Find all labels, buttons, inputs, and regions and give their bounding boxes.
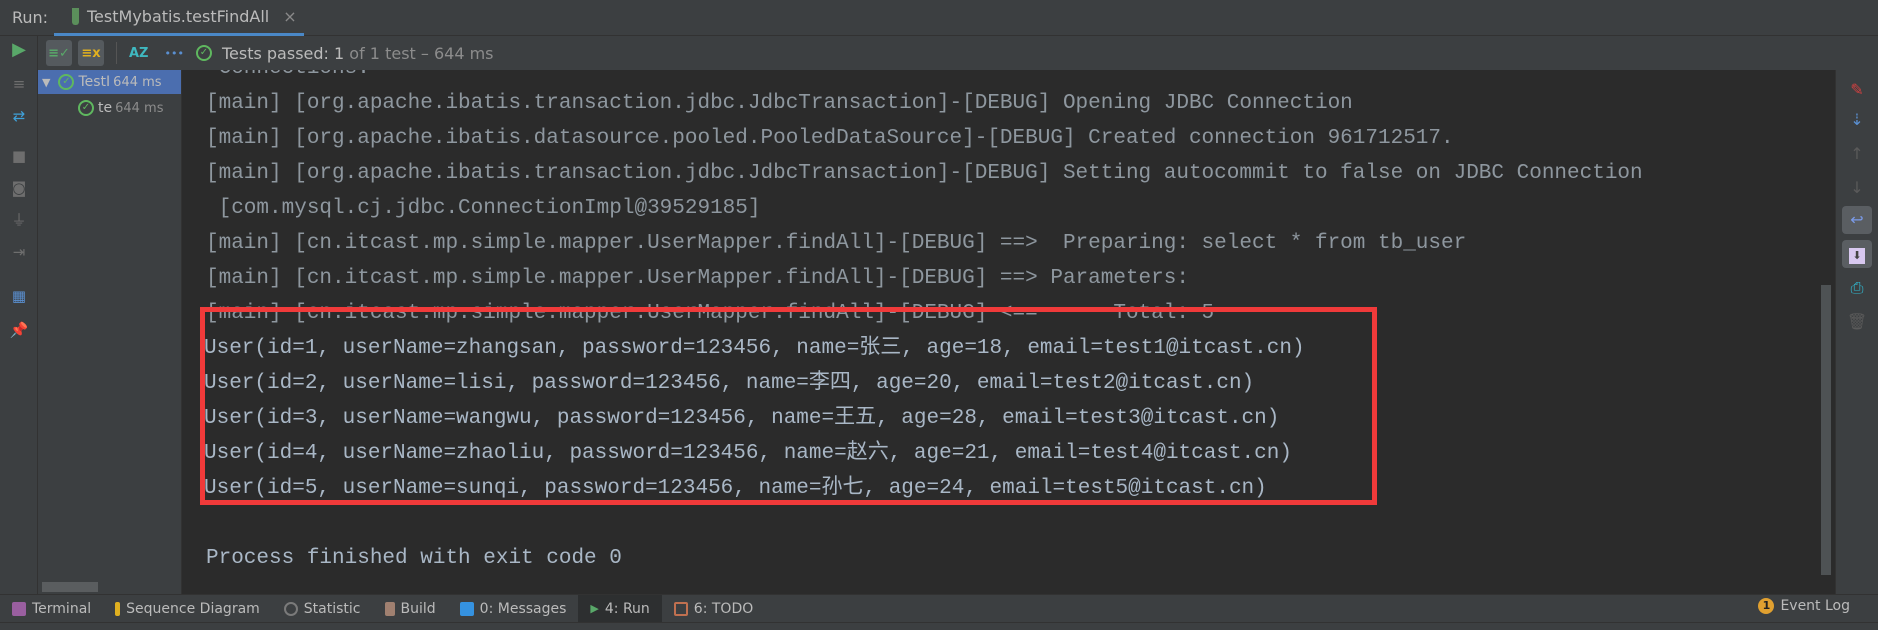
tab-terminal[interactable]: Terminal bbox=[0, 595, 103, 623]
check-icon: ✓ bbox=[78, 100, 94, 116]
console-toolbar: ✎ ⇣ ↑ ↓ ↩ ⬇ ⎙ 🗑 bbox=[1835, 70, 1878, 594]
arrow-up-icon[interactable]: ↑ bbox=[1842, 140, 1872, 168]
event-count-badge: 1 bbox=[1758, 598, 1775, 614]
log-line: Connections. bbox=[206, 70, 1643, 86]
list-check-icon: ≡✓ bbox=[48, 45, 70, 61]
show-passed-button[interactable]: ≡✓ bbox=[46, 40, 72, 66]
status-prefix: Tests passed: bbox=[221, 43, 329, 63]
layout-icon[interactable]: ▦ bbox=[9, 286, 29, 306]
plug-icon[interactable]: ⏚ bbox=[9, 210, 29, 230]
print-icon[interactable]: ⎙ bbox=[1842, 274, 1872, 302]
status-suffix: of 1 test – 644 ms bbox=[349, 43, 494, 63]
tree-item-test-class[interactable]: ▼ ✓ TestI 644 ms bbox=[38, 70, 181, 94]
messages-icon bbox=[459, 601, 474, 616]
console-lines: Connections. [main] [org.apache.ibatis.t… bbox=[200, 70, 1643, 576]
pin-icon[interactable]: 📌 bbox=[9, 320, 29, 340]
log-line: [main] [org.apache.ibatis.transaction.jd… bbox=[206, 92, 1353, 115]
exit-line: Process finished with exit code 0 bbox=[206, 547, 622, 570]
exit-icon[interactable]: ⇥ bbox=[9, 242, 29, 262]
event-log-button[interactable]: 1 Event Log bbox=[1758, 598, 1850, 614]
stop-icon[interactable]: ■ bbox=[9, 146, 29, 166]
tab-label: 4: Run bbox=[604, 600, 650, 617]
tree-item-label: TestI bbox=[78, 74, 111, 90]
toolbar-divider bbox=[116, 42, 117, 64]
tool-window-bar: Terminal Sequence Diagram Statistic Buil… bbox=[0, 594, 1878, 623]
arrow-down-icon[interactable]: ↓ bbox=[1842, 174, 1872, 202]
tree-item-time: 644 ms bbox=[113, 74, 162, 90]
sort-alpha-icon[interactable]: AZ bbox=[129, 46, 149, 61]
log-line: [main] [org.apache.ibatis.transaction.jd… bbox=[206, 162, 1643, 185]
tab-messages[interactable]: 0: Messages bbox=[448, 595, 579, 623]
clear-highlight-icon[interactable]: ✎ bbox=[1842, 76, 1872, 104]
show-ignored-button[interactable]: ≡x bbox=[78, 40, 104, 66]
tree-item-label: te bbox=[98, 100, 113, 116]
test-tree: ▼ ✓ TestI 644 ms ✓ te 644 ms bbox=[38, 70, 182, 594]
sort-down-icon[interactable]: ⇣ bbox=[1842, 106, 1872, 134]
event-log-label: Event Log bbox=[1780, 598, 1850, 614]
log-line: [com.mysql.cj.jdbc.ConnectionImpl@395291… bbox=[206, 197, 761, 220]
tab-todo[interactable]: 6: TODO bbox=[662, 595, 765, 623]
build-icon bbox=[384, 601, 395, 616]
more-icon[interactable]: ••• bbox=[165, 47, 184, 60]
tests-status: Tests passed: 1 of 1 test – 644 ms bbox=[222, 44, 494, 63]
check-icon: ✓ bbox=[58, 74, 75, 90]
tree-scrollbar[interactable] bbox=[42, 582, 98, 592]
soft-wrap-icon[interactable]: ↩ bbox=[1842, 206, 1872, 234]
test-toolbar: ≡✓ ≡x AZ ••• ✓ Tests passed: 1 of 1 test… bbox=[38, 36, 1835, 70]
log-line: [main] [cn.itcast.mp.simple.mapper.UserM… bbox=[206, 232, 1467, 255]
console-scrollbar[interactable] bbox=[1821, 285, 1831, 575]
run-side-toolbar: ▶ ≡ ⇄ ■ ◙ ⏚ ⇥ ▦ 📌 bbox=[0, 36, 38, 594]
terminal-icon bbox=[12, 601, 26, 616]
tree-item-time: 644 ms bbox=[115, 100, 164, 116]
run-icon: ▶ bbox=[590, 602, 599, 615]
tab-label: Statistic bbox=[303, 600, 361, 617]
console-output[interactable]: Connections. [main] [org.apache.ibatis.t… bbox=[182, 70, 1835, 594]
status-bar bbox=[0, 622, 1878, 630]
tab-statistic[interactable]: Statistic bbox=[272, 595, 373, 623]
highlight-box bbox=[200, 307, 1377, 505]
log-line: [main] [org.apache.ibatis.datasource.poo… bbox=[206, 127, 1454, 150]
chevron-down-icon[interactable]: ▼ bbox=[42, 76, 50, 89]
tab-run[interactable]: ▶ 4: Run bbox=[578, 594, 662, 623]
tree-item-test-method[interactable]: ✓ te 644 ms bbox=[78, 96, 181, 120]
tab-label: 0: Messages bbox=[479, 600, 567, 617]
camera-icon[interactable]: ◙ bbox=[9, 178, 29, 198]
trash-icon[interactable]: 🗑 bbox=[1842, 308, 1872, 336]
run-tab-title: TestMybatis.testFindAll bbox=[87, 7, 270, 26]
tab-label: Sequence Diagram bbox=[126, 600, 260, 617]
status-count: 1 bbox=[334, 43, 345, 63]
log-line: [main] [cn.itcast.mp.simple.mapper.UserM… bbox=[206, 267, 1202, 290]
toggle-auto-test-icon[interactable]: ⇄ bbox=[9, 106, 29, 126]
statistic-icon bbox=[283, 601, 298, 616]
todo-icon bbox=[673, 601, 688, 616]
scroll-to-end-icon[interactable]: ⬇ bbox=[1842, 240, 1872, 268]
tab-build[interactable]: Build bbox=[373, 595, 448, 623]
test-tube-icon bbox=[72, 8, 79, 25]
close-icon[interactable]: × bbox=[283, 7, 296, 26]
rerun-icon[interactable]: ▶ bbox=[9, 40, 29, 60]
check-icon: ✓ bbox=[195, 45, 212, 61]
tab-label: Build bbox=[400, 600, 436, 617]
run-tab-bar: Run: TestMybatis.testFindAll × bbox=[0, 0, 1878, 36]
run-label: Run: bbox=[12, 8, 49, 27]
sequence-diagram-icon bbox=[115, 601, 121, 616]
tab-sequence-diagram[interactable]: Sequence Diagram bbox=[103, 595, 272, 623]
tab-label: Terminal bbox=[32, 600, 92, 617]
rerun-failed-icon[interactable]: ≡ bbox=[9, 74, 29, 94]
list-x-icon: ≡x bbox=[81, 45, 101, 61]
run-tab[interactable]: TestMybatis.testFindAll × bbox=[54, 0, 304, 36]
tab-label: 6: TODO bbox=[693, 600, 754, 617]
